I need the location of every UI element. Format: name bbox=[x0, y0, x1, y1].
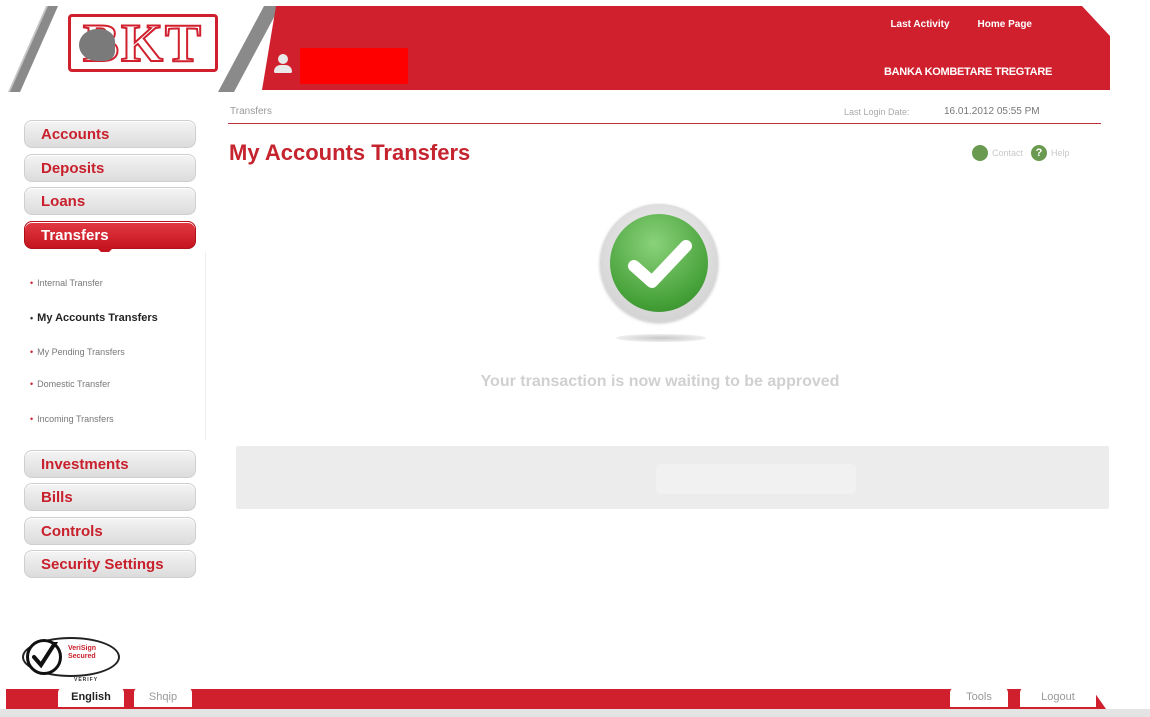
page-title: My Accounts Transfers bbox=[229, 140, 471, 165]
submenu-item-my-accounts-transfers[interactable]: • My Accounts Transfers bbox=[30, 312, 158, 324]
status-message: Your transaction is now waiting to be ap… bbox=[480, 373, 840, 390]
bullet-icon: • bbox=[30, 379, 34, 389]
sidebar-item-security-settings[interactable]: Security Settings bbox=[24, 550, 196, 578]
help-icon[interactable]: ? bbox=[1031, 145, 1048, 161]
bullet-icon: • bbox=[30, 414, 34, 424]
eagle-icon bbox=[79, 29, 115, 61]
submenu-item-label: Incoming Transfers bbox=[37, 414, 114, 424]
submenu-item-incoming-transfers[interactable]: • Incoming Transfers bbox=[30, 414, 114, 424]
header: BKT Last Activity Home Page BANKA KOMBET… bbox=[0, 0, 1150, 92]
contact-link[interactable]: Contact bbox=[992, 148, 1023, 158]
sidebar-item-label: Security Settings bbox=[41, 556, 164, 573]
page-actions: Contact ? Help bbox=[972, 145, 1074, 161]
sidebar-item-label: Transfers bbox=[41, 227, 109, 244]
help-link[interactable]: Help bbox=[1051, 148, 1070, 158]
bank-name: BANKA KOMBETARE TREGTARE bbox=[884, 66, 1052, 78]
result-panel-highlight bbox=[656, 464, 856, 494]
home-page-link[interactable]: Home Page bbox=[978, 19, 1032, 30]
submenu-item-internal-transfer[interactable]: • Internal Transfer bbox=[30, 278, 103, 288]
contact-icon[interactable] bbox=[972, 145, 988, 161]
tools-link[interactable]: Tools bbox=[950, 687, 1008, 707]
sidebar-item-bills[interactable]: Bills bbox=[24, 483, 196, 511]
transfers-submenu: • Internal Transfer • My Accounts Transfer… bbox=[24, 252, 206, 440]
last-login-value: 16.01.2012 05:55 PM bbox=[944, 106, 1040, 117]
top-links: Last Activity Home Page bbox=[890, 19, 1032, 30]
submenu-item-domestic-transfer[interactable]: • Domestic Transfer bbox=[30, 379, 110, 389]
bkt-logo[interactable]: BKT bbox=[68, 14, 218, 72]
sidebar-item-controls[interactable]: Controls bbox=[24, 517, 196, 545]
success-shadow bbox=[616, 334, 706, 342]
verisign-seal[interactable]: VeriSign Secured VERIFY bbox=[22, 625, 122, 685]
sidebar-item-label: Loans bbox=[41, 193, 86, 210]
submenu-item-label: My Accounts Transfers bbox=[37, 312, 158, 324]
submenu-item-label: Domestic Transfer bbox=[37, 379, 111, 389]
breadcrumb-bar: Transfers Last Login Date: 16.01.2012 05… bbox=[228, 100, 1101, 124]
sidebar-item-investments[interactable]: Investments bbox=[24, 450, 196, 478]
seal-circle bbox=[26, 638, 62, 675]
breadcrumb: Transfers bbox=[230, 106, 272, 117]
submenu-item-label: My Pending Transfers bbox=[37, 347, 125, 357]
sidebar-item-accounts[interactable]: Accounts bbox=[24, 120, 196, 148]
logout-link[interactable]: Logout bbox=[1020, 687, 1096, 707]
bullet-icon: • bbox=[30, 313, 34, 323]
submenu-item-label: Internal Transfer bbox=[37, 278, 103, 288]
bullet-icon: • bbox=[30, 347, 34, 357]
user-icon bbox=[274, 54, 292, 76]
sidebar-item-loans[interactable]: Loans bbox=[24, 187, 196, 215]
last-login-label: Last Login Date: bbox=[844, 107, 910, 117]
bullet-icon: • bbox=[30, 278, 34, 288]
language-english[interactable]: English bbox=[58, 687, 124, 707]
footer-bar: English Shqip Tools Logout bbox=[0, 687, 1150, 709]
success-indicator bbox=[596, 202, 722, 350]
seal-text: VeriSign Secured bbox=[68, 645, 97, 660]
check-icon bbox=[610, 214, 708, 312]
seal-verify: VERIFY bbox=[74, 677, 99, 683]
last-activity-link[interactable]: Last Activity bbox=[890, 19, 949, 30]
sidebar-item-label: Controls bbox=[41, 523, 103, 540]
sidebar-item-label: Deposits bbox=[41, 160, 105, 177]
redacted-user-name bbox=[300, 48, 408, 84]
language-shqip[interactable]: Shqip bbox=[134, 687, 192, 707]
sidebar-item-deposits[interactable]: Deposits bbox=[24, 154, 196, 182]
bottom-strip bbox=[0, 709, 1150, 717]
sidebar-item-transfers[interactable]: Transfers bbox=[24, 221, 196, 256]
submenu-item-my-pending-transfers[interactable]: • My Pending Transfers bbox=[30, 347, 125, 357]
sidebar-item-label: Investments bbox=[41, 456, 129, 473]
sidebar-item-label: Bills bbox=[41, 489, 73, 506]
result-panel bbox=[236, 446, 1109, 509]
sidebar-item-label: Accounts bbox=[41, 126, 110, 143]
